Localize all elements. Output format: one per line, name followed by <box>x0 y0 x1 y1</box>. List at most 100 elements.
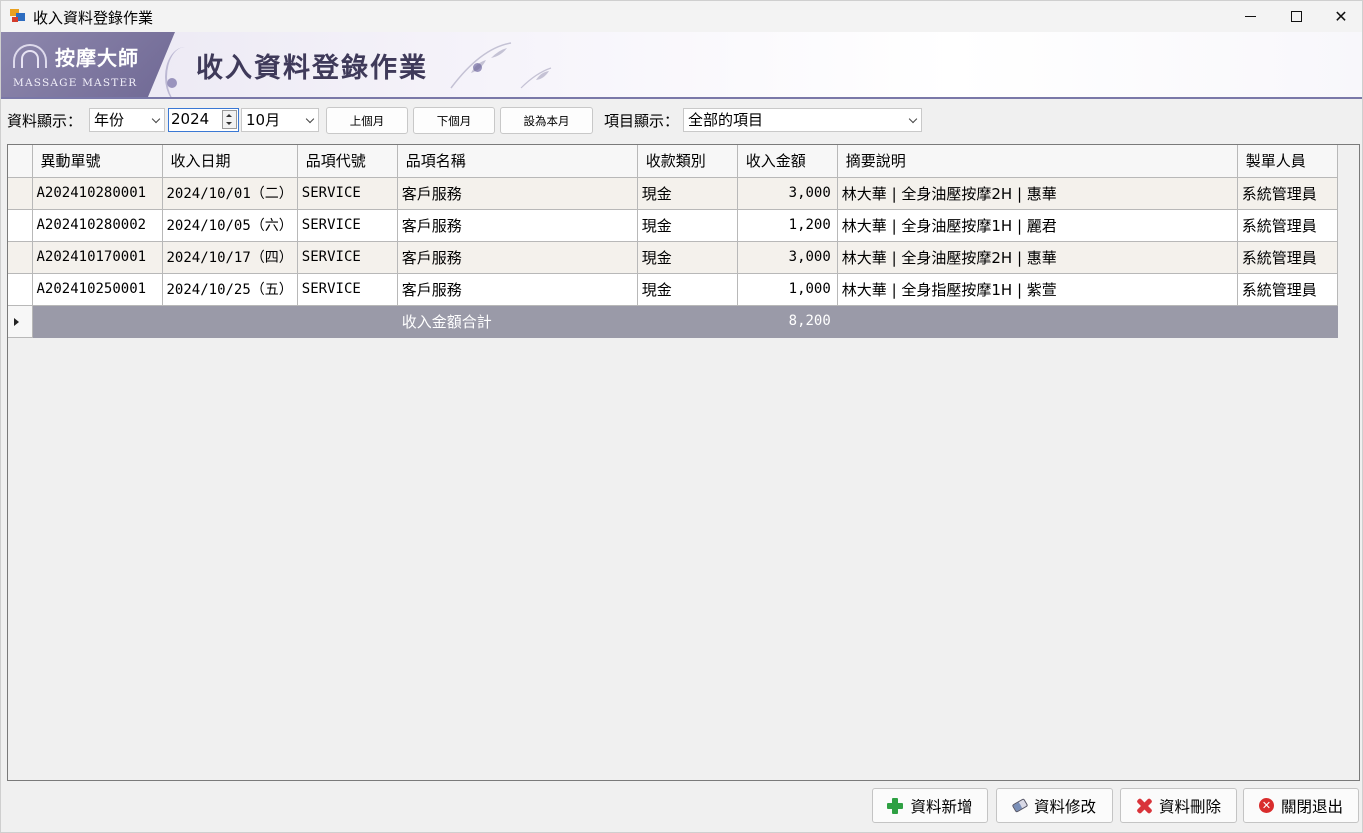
table-cell[interactable]: SERVICE <box>297 241 398 274</box>
chevron-down-icon <box>305 114 315 124</box>
page-title: 收入資料登錄作業 <box>196 53 428 84</box>
column-header[interactable]: 異動單號 <box>32 145 163 178</box>
month-select[interactable]: 10月 <box>241 108 319 132</box>
display-label: 資料顯示： <box>7 112 83 130</box>
table-row[interactable]: A202410280002 2024/10/05（六） SERVICE 客戶服務… <box>8 209 1338 242</box>
item-value: 全部的項目 <box>688 111 764 129</box>
table-cell[interactable]: 2024/10/17（四） <box>162 241 298 274</box>
table-cell[interactable]: 系統管理員 <box>1237 241 1338 274</box>
table-cell[interactable]: 1,000 <box>737 273 838 306</box>
table-cell[interactable]: 林大華 | 全身油壓按摩2H | 惠華 <box>837 177 1238 210</box>
table-cell[interactable]: 2024/10/05（六） <box>162 209 298 242</box>
delete-button[interactable]: 資料刪除 <box>1120 788 1237 823</box>
logo-text-cn: 按摩大師 <box>55 46 139 70</box>
chevron-down-icon <box>908 114 918 124</box>
total-label: 收入金額合計 <box>397 305 638 338</box>
table-cell[interactable]: 2024/10/25（五） <box>162 273 298 306</box>
table-cell[interactable]: 系統管理員 <box>1237 273 1338 306</box>
header-banner: 按摩大師 MASSAGE MASTER 收入資料登錄作業 <box>1 32 1362 99</box>
maximize-icon <box>1290 11 1302 22</box>
table-cell[interactable]: A202410280001 <box>32 177 163 210</box>
mode-select[interactable]: 年份 <box>89 108 165 132</box>
arrow-down-icon[interactable] <box>226 122 232 125</box>
row-header[interactable] <box>8 209 33 242</box>
prev-month-button[interactable]: 上個月 <box>326 107 408 134</box>
year-value: 2024 <box>171 110 210 128</box>
table-cell[interactable]: 林大華 | 全身油壓按摩1H | 麗君 <box>837 209 1238 242</box>
income-table: 異動單號 收入日期 品項代號 品項名稱 收款類別 收入金額 摘要說明 製單人員 … <box>8 145 1338 338</box>
table-cell[interactable]: A202410170001 <box>32 241 163 274</box>
column-header[interactable]: 製單人員 <box>1237 145 1338 178</box>
edit-button[interactable]: 資料修改 <box>996 788 1113 823</box>
next-month-button[interactable]: 下個月 <box>413 107 495 134</box>
edit-label: 資料修改 <box>1033 797 1096 816</box>
row-header[interactable] <box>8 177 33 210</box>
table-cell[interactable]: 現金 <box>637 273 738 306</box>
delete-x-icon <box>1136 798 1152 814</box>
exit-label: 關閉退出 <box>1280 797 1343 816</box>
year-stepper[interactable]: 2024 <box>168 108 239 132</box>
minimize-button[interactable] <box>1227 1 1273 32</box>
chevron-down-icon <box>151 114 161 124</box>
row-header[interactable] <box>8 241 33 274</box>
stepper-buttons[interactable] <box>222 110 237 129</box>
window-title: 收入資料登錄作業 <box>33 9 154 27</box>
column-header[interactable]: 收入金額 <box>737 145 838 178</box>
table-cell[interactable]: 3,000 <box>737 177 838 210</box>
table-cell[interactable]: 現金 <box>637 241 738 274</box>
table-row[interactable]: A202410170001 2024/10/17（四） SERVICE 客戶服務… <box>8 241 1338 274</box>
arrow-up-icon[interactable] <box>226 114 232 117</box>
table-cell[interactable]: SERVICE <box>297 209 398 242</box>
maximize-button[interactable] <box>1273 1 1319 32</box>
exit-button[interactable]: ✕ 關閉退出 <box>1243 788 1359 823</box>
row-header[interactable] <box>8 305 33 338</box>
add-label: 資料新增 <box>910 797 973 816</box>
column-header[interactable]: 收款類別 <box>637 145 738 178</box>
table-cell[interactable]: 林大華 | 全身油壓按摩2H | 惠華 <box>837 241 1238 274</box>
close-icon: ✕ <box>1334 7 1348 26</box>
total-row[interactable]: 收入金額合計 8,200 <box>8 305 1338 338</box>
decorative-dot <box>167 78 177 88</box>
this-month-button[interactable]: 設為本月 <box>500 107 593 134</box>
logo: 按摩大師 MASSAGE MASTER <box>1 32 175 97</box>
table-cell[interactable]: 客戶服務 <box>397 241 638 274</box>
table-cell[interactable]: SERVICE <box>297 177 398 210</box>
table-cell[interactable]: 3,000 <box>737 241 838 274</box>
minimize-icon <box>1244 16 1256 17</box>
logo-text-en: MASSAGE MASTER <box>13 77 138 89</box>
table-cell[interactable]: 1,200 <box>737 209 838 242</box>
column-header[interactable]: 摘要說明 <box>837 145 1238 178</box>
table-cell[interactable]: 系統管理員 <box>1237 209 1338 242</box>
close-window-button[interactable]: ✕ <box>1318 1 1363 32</box>
table-cell[interactable]: 客戶服務 <box>397 209 638 242</box>
table-row[interactable]: A202410250001 2024/10/25（五） SERVICE 客戶服務… <box>8 273 1338 306</box>
table-row[interactable]: A202410280001 2024/10/01（二） SERVICE 客戶服務… <box>8 177 1338 210</box>
table-cell[interactable]: SERVICE <box>297 273 398 306</box>
column-header[interactable]: 品項代號 <box>297 145 398 178</box>
filter-toolbar: 資料顯示： 年份 2024 10月 上個月 下個月 設為本月 項目顯示： 全部的… <box>1 101 1362 141</box>
main-window: 收入資料登錄作業 ✕ 按摩大師 MASSAGE MASTER 收入資料登錄作業 … <box>0 0 1363 833</box>
table-cell[interactable]: A202410250001 <box>32 273 163 306</box>
table-cell[interactable]: 2024/10/01（二） <box>162 177 298 210</box>
income-grid[interactable]: 異動單號 收入日期 品項代號 品項名稱 收款類別 收入金額 摘要說明 製單人員 … <box>7 144 1360 781</box>
row-header[interactable] <box>8 273 33 306</box>
delete-label: 資料刪除 <box>1158 797 1221 816</box>
table-cell[interactable]: 現金 <box>637 177 738 210</box>
table-cell[interactable]: 客戶服務 <box>397 273 638 306</box>
header-row: 異動單號 收入日期 品項代號 品項名稱 收款類別 收入金額 摘要說明 製單人員 <box>8 145 1338 178</box>
table-cell[interactable]: 林大華 | 全身指壓按摩1H | 紫萱 <box>837 273 1238 306</box>
table-cell[interactable]: 現金 <box>637 209 738 242</box>
add-button[interactable]: 資料新增 <box>872 788 988 823</box>
table-cell[interactable]: 系統管理員 <box>1237 177 1338 210</box>
month-value: 10月 <box>246 111 281 129</box>
item-select[interactable]: 全部的項目 <box>683 108 922 132</box>
current-row-icon <box>14 318 19 326</box>
title-bar: 收入資料登錄作業 ✕ <box>1 1 1362 32</box>
column-header[interactable]: 品項名稱 <box>397 145 638 178</box>
row-header-corner <box>8 145 33 178</box>
mode-value: 年份 <box>94 111 125 129</box>
table-cell[interactable]: 客戶服務 <box>397 177 638 210</box>
app-icon <box>10 9 26 23</box>
column-header[interactable]: 收入日期 <box>162 145 298 178</box>
table-cell[interactable]: A202410280002 <box>32 209 163 242</box>
